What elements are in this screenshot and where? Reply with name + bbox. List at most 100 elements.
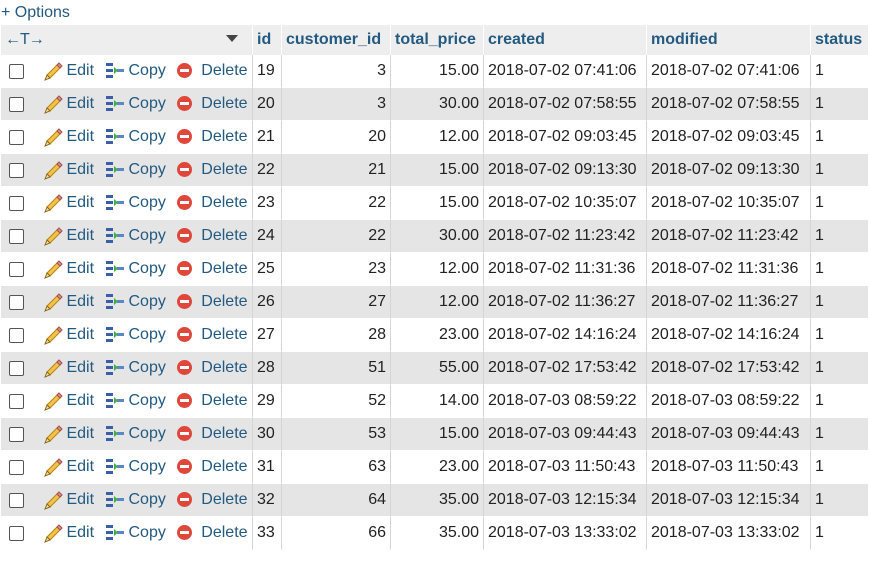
cell-customer-id[interactable]: 63 xyxy=(281,451,390,484)
column-header-id[interactable]: id xyxy=(252,25,281,55)
edit-button[interactable]: Edit xyxy=(43,490,94,510)
cell-status[interactable]: 1 xyxy=(810,286,868,319)
cell-total-price[interactable]: 35.00 xyxy=(390,484,483,517)
cell-modified[interactable]: 2018-07-03 13:33:02 xyxy=(646,517,810,550)
row-select-checkbox[interactable] xyxy=(9,492,24,508)
copy-button[interactable]: Copy xyxy=(105,458,166,476)
cell-total-price[interactable]: 14.00 xyxy=(390,385,483,418)
cell-total-price[interactable]: 55.00 xyxy=(390,352,483,385)
row-select-checkbox[interactable] xyxy=(9,261,24,277)
cell-status[interactable]: 1 xyxy=(810,55,868,88)
cell-customer-id[interactable]: 27 xyxy=(281,286,390,319)
cell-total-price[interactable]: 30.00 xyxy=(390,88,483,121)
edit-button[interactable]: Edit xyxy=(43,226,94,246)
row-select-checkbox[interactable] xyxy=(9,195,24,211)
options-toggle-link[interactable]: + Options xyxy=(1,3,70,23)
cell-customer-id[interactable]: 53 xyxy=(281,418,390,451)
cell-modified[interactable]: 2018-07-02 11:36:27 xyxy=(646,286,810,319)
cell-status[interactable]: 1 xyxy=(810,121,868,154)
cell-status[interactable]: 1 xyxy=(810,451,868,484)
column-header-created[interactable]: created xyxy=(483,25,646,55)
cell-status[interactable]: 1 xyxy=(810,418,868,451)
cell-customer-id[interactable]: 3 xyxy=(281,88,390,121)
delete-button[interactable]: Delete xyxy=(177,95,248,113)
copy-button[interactable]: Copy xyxy=(105,128,166,146)
cell-created[interactable]: 2018-07-02 11:31:36 xyxy=(483,253,646,286)
cell-id[interactable]: 22 xyxy=(252,154,281,187)
cell-total-price[interactable]: 15.00 xyxy=(390,154,483,187)
cell-modified[interactable]: 2018-07-02 11:31:36 xyxy=(646,253,810,286)
copy-button[interactable]: Copy xyxy=(105,95,166,113)
copy-button[interactable]: Copy xyxy=(105,425,166,443)
column-header-customer-id[interactable]: customer_id xyxy=(281,25,390,55)
edit-button[interactable]: Edit xyxy=(43,358,94,378)
cell-modified[interactable]: 2018-07-03 11:50:43 xyxy=(646,451,810,484)
delete-button[interactable]: Delete xyxy=(177,293,248,311)
row-select-checkbox[interactable] xyxy=(9,393,24,409)
cell-modified[interactable]: 2018-07-02 17:53:42 xyxy=(646,352,810,385)
cell-id[interactable]: 20 xyxy=(252,88,281,121)
cell-status[interactable]: 1 xyxy=(810,352,868,385)
edit-button[interactable]: Edit xyxy=(43,259,94,279)
edit-button[interactable]: Edit xyxy=(43,292,94,312)
delete-button[interactable]: Delete xyxy=(177,491,248,509)
cell-customer-id[interactable]: 20 xyxy=(281,121,390,154)
cell-total-price[interactable]: 15.00 xyxy=(390,55,483,88)
delete-button[interactable]: Delete xyxy=(177,128,248,146)
cell-modified[interactable]: 2018-07-03 12:15:34 xyxy=(646,484,810,517)
cell-total-price[interactable]: 12.00 xyxy=(390,253,483,286)
copy-button[interactable]: Copy xyxy=(105,227,166,245)
cell-total-price[interactable]: 15.00 xyxy=(390,418,483,451)
row-select-checkbox[interactable] xyxy=(9,294,24,310)
column-header-total-price[interactable]: total_price xyxy=(390,25,483,55)
cell-id[interactable]: 31 xyxy=(252,451,281,484)
cell-created[interactable]: 2018-07-02 11:36:27 xyxy=(483,286,646,319)
cell-status[interactable]: 1 xyxy=(810,187,868,220)
cell-customer-id[interactable]: 66 xyxy=(281,517,390,550)
cell-modified[interactable]: 2018-07-03 08:59:22 xyxy=(646,385,810,418)
row-select-checkbox[interactable] xyxy=(9,129,24,145)
cell-status[interactable]: 1 xyxy=(810,253,868,286)
row-select-checkbox[interactable] xyxy=(9,228,24,244)
cell-customer-id[interactable]: 51 xyxy=(281,352,390,385)
delete-button[interactable]: Delete xyxy=(177,260,248,278)
column-header-status[interactable]: status xyxy=(810,25,868,55)
delete-button[interactable]: Delete xyxy=(177,425,248,443)
cell-modified[interactable]: 2018-07-02 07:58:55 xyxy=(646,88,810,121)
cell-customer-id[interactable]: 52 xyxy=(281,385,390,418)
cell-id[interactable]: 28 xyxy=(252,352,281,385)
delete-button[interactable]: Delete xyxy=(177,359,248,377)
edit-button[interactable]: Edit xyxy=(43,193,94,213)
copy-button[interactable]: Copy xyxy=(105,293,166,311)
cell-customer-id[interactable]: 28 xyxy=(281,319,390,352)
cell-modified[interactable]: 2018-07-02 10:35:07 xyxy=(646,187,810,220)
cell-created[interactable]: 2018-07-02 09:03:45 xyxy=(483,121,646,154)
delete-button[interactable]: Delete xyxy=(177,392,248,410)
cell-modified[interactable]: 2018-07-02 11:23:42 xyxy=(646,220,810,253)
edit-button[interactable]: Edit xyxy=(43,94,94,114)
edit-button[interactable]: Edit xyxy=(43,160,94,180)
cell-id[interactable]: 24 xyxy=(252,220,281,253)
cell-total-price[interactable]: 12.00 xyxy=(390,286,483,319)
edit-button[interactable]: Edit xyxy=(43,61,94,81)
row-select-checkbox[interactable] xyxy=(9,459,24,475)
copy-button[interactable]: Copy xyxy=(105,194,166,212)
cell-customer-id[interactable]: 3 xyxy=(281,55,390,88)
delete-button[interactable]: Delete xyxy=(177,161,248,179)
row-select-checkbox[interactable] xyxy=(9,162,24,178)
copy-button[interactable]: Copy xyxy=(105,326,166,344)
cell-id[interactable]: 27 xyxy=(252,319,281,352)
cell-id[interactable]: 19 xyxy=(252,55,281,88)
delete-button[interactable]: Delete xyxy=(177,227,248,245)
cell-created[interactable]: 2018-07-03 13:33:02 xyxy=(483,517,646,550)
edit-button[interactable]: Edit xyxy=(43,523,94,543)
cell-id[interactable]: 32 xyxy=(252,484,281,517)
row-select-checkbox[interactable] xyxy=(9,96,24,112)
cell-created[interactable]: 2018-07-02 11:23:42 xyxy=(483,220,646,253)
cell-created[interactable]: 2018-07-03 12:15:34 xyxy=(483,484,646,517)
cell-id[interactable]: 30 xyxy=(252,418,281,451)
cell-customer-id[interactable]: 64 xyxy=(281,484,390,517)
cell-modified[interactable]: 2018-07-02 09:03:45 xyxy=(646,121,810,154)
column-header-modified[interactable]: modified xyxy=(646,25,810,55)
copy-button[interactable]: Copy xyxy=(105,359,166,377)
